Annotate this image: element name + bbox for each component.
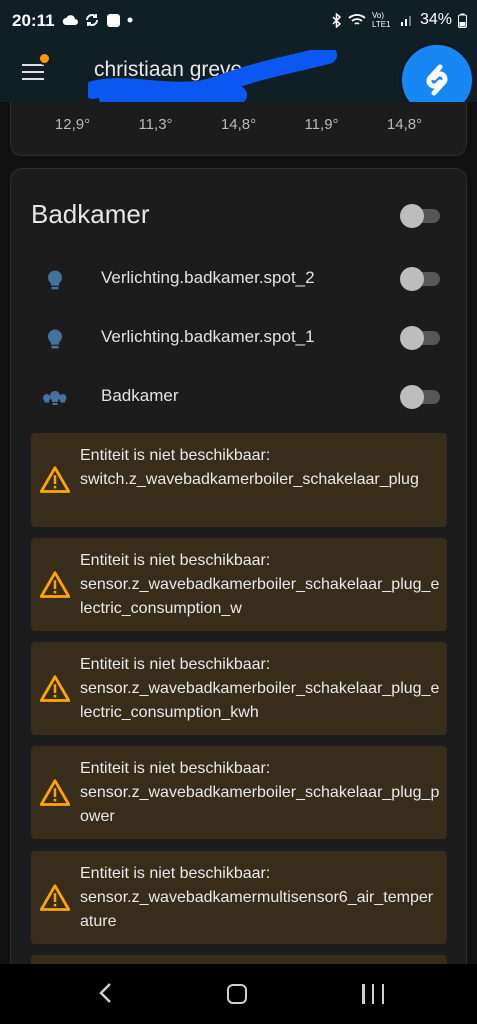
warning-text: Entiteit is niet beschikbaar: sensor.z_wa… (80, 865, 434, 930)
warning-unavailable-entity: Entiteit is niet beschikbaar: sensor.z_wa… (31, 851, 447, 944)
card-title: Badkamer (31, 199, 150, 229)
forecast-temp: 14,8° (220, 116, 257, 133)
bluetooth-icon (332, 12, 342, 28)
entity-toggle[interactable] (400, 267, 440, 291)
entity-row[interactable]: Verlichting.badkamer.spot_1 (11, 318, 468, 358)
warning-icon (40, 675, 70, 702)
forecast-temp: 11,3° (138, 116, 173, 133)
notification-badge (38, 52, 51, 65)
forecast-temp: 14,8° (386, 116, 423, 133)
warning-icon (40, 571, 70, 598)
warning-text: Entiteit is niet beschikbaar: switch.z_wa… (80, 447, 419, 488)
warning-text: Entiteit is niet beschikbaar: sensor.z_wa… (80, 656, 440, 721)
entity-name: Verlichting.badkamer.spot_1 (101, 327, 315, 346)
warning-unavailable-entity: Entiteit is niet beschikbaar: sensor.z_wa… (31, 642, 447, 735)
warning-icon (40, 779, 70, 806)
badkamer-entities-card: Badkamer Verlichting.badkamer.spot_2 Ver… (10, 168, 467, 1024)
home-button[interactable] (227, 984, 247, 1004)
entity-row[interactable]: Badkamer (11, 377, 468, 417)
lightbulb-group-icon (43, 391, 67, 405)
entity-name: Verlichting.badkamer.spot_2 (101, 268, 315, 287)
warning-text: Entiteit is niet beschikbaar: sensor.z_wa… (80, 760, 440, 825)
warning-text: Entiteit is niet beschikbaar: sensor.z_wa… (80, 552, 440, 617)
entity-name: Badkamer (101, 386, 179, 405)
warning-icon (40, 466, 70, 493)
battery-percentage: 34% (419, 11, 452, 28)
lightbulb-icon (47, 270, 63, 290)
battery-icon (458, 13, 467, 28)
entity-toggle[interactable] (400, 385, 440, 409)
cloud-icon (62, 14, 78, 25)
notification-icons (62, 12, 133, 28)
status-bar: 20:11 Vo) LTE1 34% (0, 0, 477, 42)
warning-unavailable-entity: Entiteit is niet beschikbaar: sensor.z_wa… (31, 746, 447, 839)
app-notification-icon (107, 13, 120, 27)
forecast-temp: 11,9° (304, 116, 339, 133)
dashboard-title: christiaan greve (94, 58, 243, 81)
warning-icon (40, 884, 70, 911)
more-notifications-icon (127, 17, 133, 23)
lightbulb-icon (47, 329, 63, 349)
warning-unavailable-entity: Entiteit is niet beschikbaar: sensor.z_wa… (31, 538, 447, 631)
card-header-toggle[interactable] (400, 204, 440, 228)
clock: 20:11 (12, 11, 55, 30)
back-icon[interactable] (96, 982, 116, 1004)
warning-unavailable-entity: Entiteit is niet beschikbaar: switch.z_wa… (31, 433, 447, 527)
sync-icon (86, 14, 98, 26)
entity-row[interactable]: Verlichting.badkamer.spot_2 (11, 259, 468, 299)
app-header: christiaan greve (0, 42, 477, 118)
forecast-temperatures: 12,9° 11,3° 14,8° 11,9° 14,8° (11, 116, 468, 133)
recents-button[interactable] (362, 984, 384, 1004)
signal-icon (400, 16, 411, 26)
system-navigation-bar (0, 964, 477, 1024)
system-icons: Vo) LTE1 34% (332, 11, 467, 29)
forecast-temp: 12,9° (54, 116, 91, 133)
wifi-icon (348, 14, 366, 25)
network-label: Vo) LTE1 (371, 11, 391, 29)
weather-forecast-card[interactable]: 12,9° 11,3° 14,8° 11,9° 14,8° (10, 102, 467, 156)
entity-toggle[interactable] (400, 326, 440, 350)
